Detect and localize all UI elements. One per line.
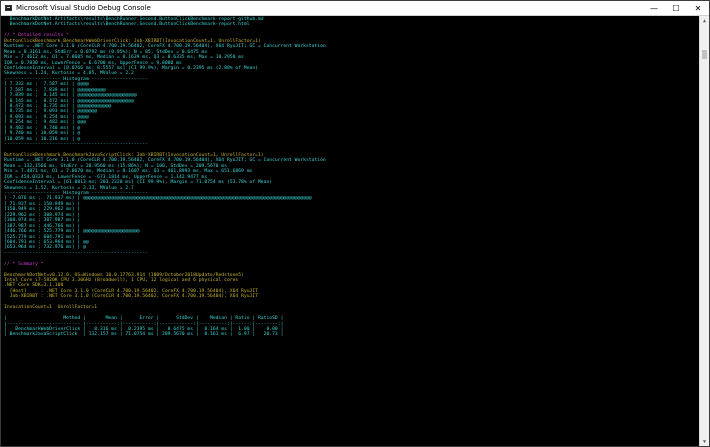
console-window: Microsoft Visual Studio Debug Console — … <box>0 0 710 447</box>
window-title: Microsoft Visual Studio Debug Console <box>16 4 151 12</box>
minimize-button[interactable]: — <box>643 1 665 15</box>
close-button[interactable]: ✕ <box>687 1 709 15</box>
scroll-up-arrow-icon[interactable]: ▲ <box>700 16 709 25</box>
scrollbar-thumb[interactable] <box>702 50 707 59</box>
vertical-scrollbar[interactable]: ▲ ▼ <box>699 16 709 446</box>
title-bar[interactable]: Microsoft Visual Studio Debug Console — … <box>1 1 709 16</box>
console-output[interactable]: BenchmarkDotNet.Artifacts\results\BenchR… <box>1 16 699 446</box>
console-app-icon <box>5 5 12 11</box>
scroll-down-arrow-icon[interactable]: ▼ <box>700 437 709 446</box>
maximize-button[interactable]: ☐ <box>665 1 687 15</box>
console-line: | BenchmarkJavaScriptClick | 132.157 ms … <box>4 332 284 338</box>
